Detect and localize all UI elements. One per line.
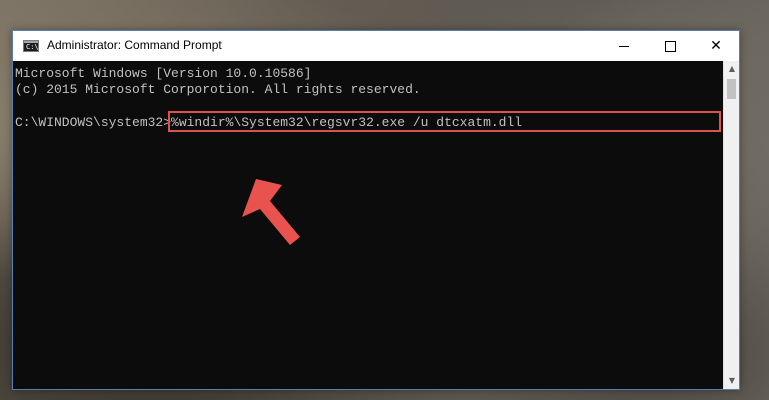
console-prompt: C:\WINDOWS\system32> (15, 115, 172, 130)
scroll-down-button[interactable]: ▼ (724, 373, 740, 389)
console-area[interactable]: Microsoft Windows [Version 10.0.10586] (… (13, 61, 723, 389)
window-title: Administrator: Command Prompt (47, 38, 222, 52)
scroll-up-button[interactable]: ▲ (724, 61, 740, 77)
close-button[interactable]: ✕ (693, 31, 739, 61)
minimize-icon (619, 45, 629, 47)
command-highlight-box (168, 111, 721, 132)
close-icon: ✕ (710, 38, 722, 54)
cmd-icon: C:\ (23, 40, 39, 52)
scroll-thumb[interactable] (727, 79, 736, 99)
pointer-arrow-icon (242, 179, 300, 245)
vertical-scrollbar[interactable]: ▲ ▼ (723, 61, 739, 389)
maximize-icon (664, 40, 676, 52)
console-version-line: Microsoft Windows [Version 10.0.10586] (15, 66, 312, 81)
minimize-button[interactable] (601, 31, 647, 61)
command-prompt-window: C:\ Administrator: Command Prompt ✕ Micr… (12, 30, 740, 390)
title-bar[interactable]: C:\ Administrator: Command Prompt ✕ (13, 31, 739, 61)
console-copyright-line: (c) 2015 Microsoft Corporotion. All righ… (15, 82, 421, 97)
maximize-button[interactable] (647, 31, 693, 61)
cmd-icon-text: C:\ (26, 43, 39, 51)
